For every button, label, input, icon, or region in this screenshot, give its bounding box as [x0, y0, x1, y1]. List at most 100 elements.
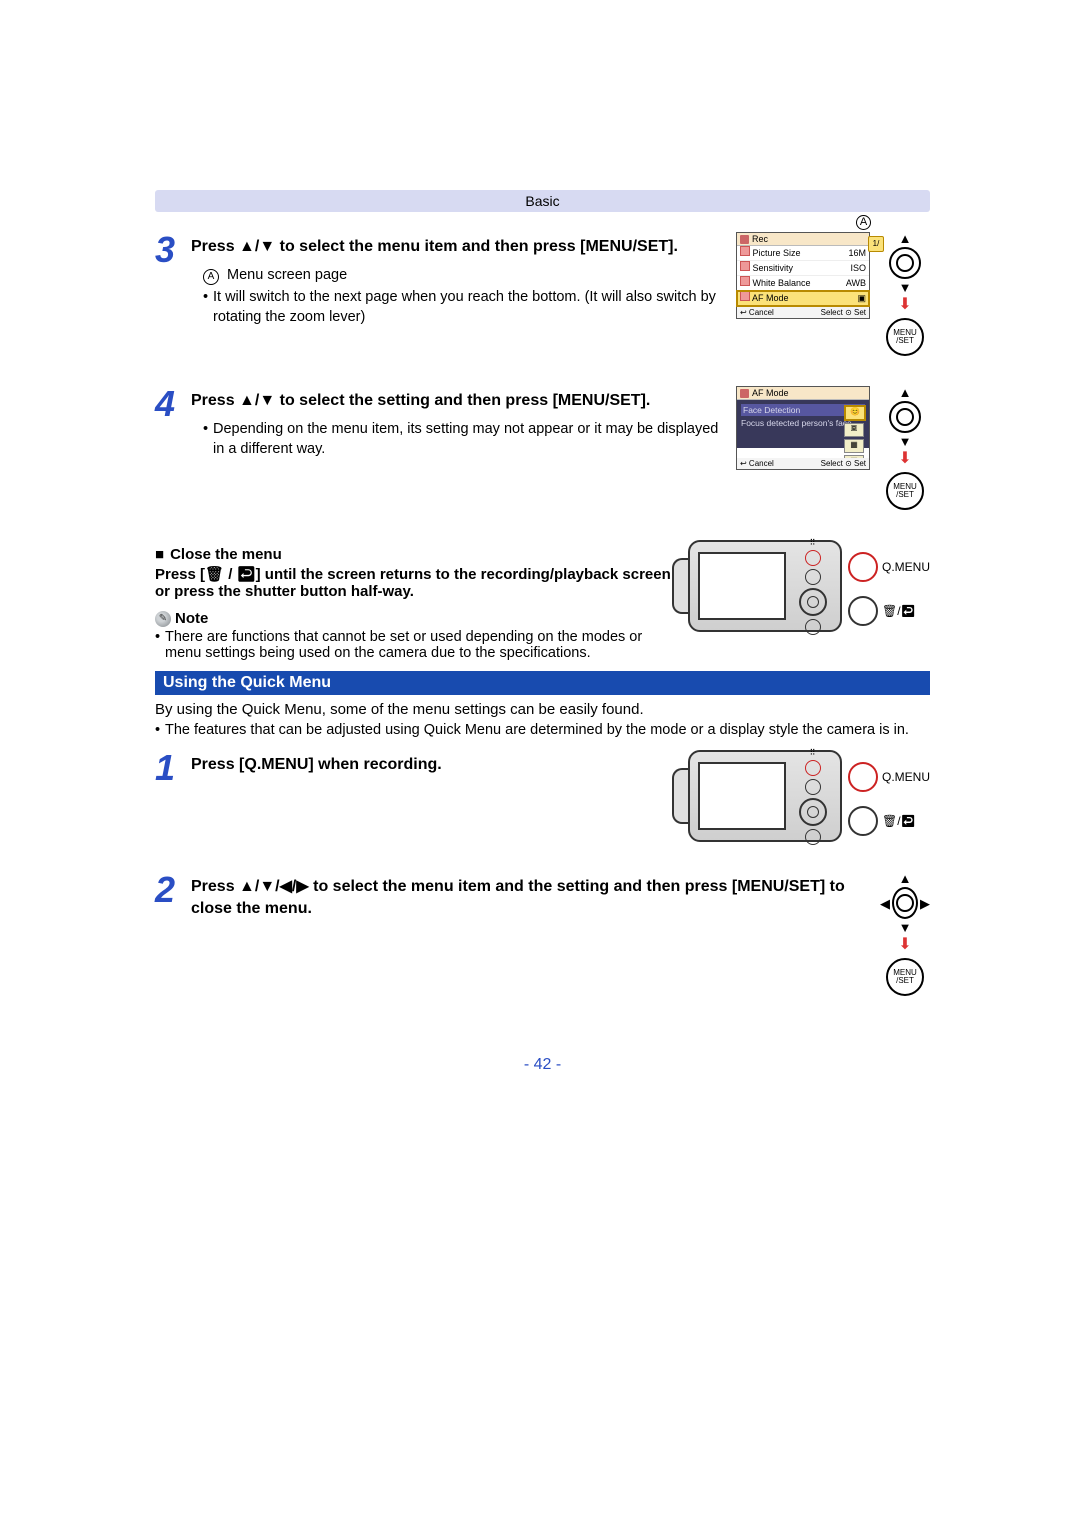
close-menu-figure: ⠿ Q.MENU 🗑/↩ [688, 540, 930, 632]
dpad-up-down: ▲ ▼ ⬇ MENU /SET [880, 232, 930, 356]
menu-row: SensitivityISO [737, 261, 869, 276]
trash-button-icon [805, 619, 821, 635]
dpad-ring-icon [889, 247, 921, 279]
step-number: 3 [155, 232, 191, 268]
select-arrow-icon: ⬇ [880, 448, 930, 468]
menu-row-selected: AF Mode▣ [737, 291, 869, 306]
menu-titlebar: Rec [737, 233, 869, 246]
step4-figures: AF Mode Face Detection Focus detected pe… [736, 386, 930, 510]
note-heading: ✎ Note [155, 610, 680, 627]
step-number: 1 [155, 750, 191, 786]
section-header: Basic [155, 190, 930, 212]
rec-menu-screenshot: A 1/ Rec Picture Size16M SensitivityISO … [736, 232, 870, 319]
step-body: Press ▲/▼ to select the menu item and th… [191, 232, 730, 327]
dpad-icon [799, 588, 827, 616]
menu-row: Picture Size16M [737, 246, 869, 261]
dpad-ring-icon [889, 401, 921, 433]
small-button-icon [805, 569, 821, 585]
step-title: Press ▲/▼ to select the menu item and th… [191, 236, 730, 258]
af-option: 🞖 [844, 423, 864, 437]
trash-back-label: 🗑/↩ [848, 596, 930, 626]
arrow-left-icon: ◀ [880, 897, 890, 910]
step-sub: Depending on the menu item, its setting … [203, 420, 730, 459]
af-mode-screenshot: AF Mode Face Detection Focus detected pe… [736, 386, 870, 470]
af-icon [740, 389, 749, 398]
close-menu-heading: Close the menu [155, 546, 680, 563]
note-text: There are functions that cannot be set o… [155, 629, 680, 661]
arrow-down-icon: ▼ [880, 281, 930, 294]
menu-set-button-icon: MENU /SET [886, 472, 924, 510]
menu-footer: ↩ Cancel Select ⊙ Set [737, 458, 869, 469]
step-body: Press [Q.MENU] when recording. [191, 750, 688, 776]
qmenu-button-icon [805, 550, 821, 566]
arrow-down-icon: ▼ [880, 435, 930, 448]
trash-circle-icon [848, 806, 878, 836]
trash-button-icon [805, 829, 821, 845]
trash-back-icon: 🗑 / ↩ [205, 566, 256, 583]
button-labels: Q.MENU 🗑/↩ [848, 762, 930, 836]
camera-grip-icon [672, 558, 688, 614]
callout-a-icon: A [856, 215, 871, 230]
quick-menu-bar: Using the Quick Menu [155, 671, 930, 695]
camera-controls: ⠿ [786, 744, 840, 849]
arrow-up-icon: ▲ [880, 386, 930, 399]
camera-back-illustration: ⠿ [688, 540, 842, 632]
qm-step1-figure: ⠿ Q.MENU 🗑/↩ [688, 750, 930, 842]
page-number: - 42 - [155, 1056, 930, 1074]
qmenu-label: Q.MENU [848, 552, 930, 582]
arrow-up-icon: ▲ [880, 872, 930, 885]
qm-step-2: 2 Press ▲/▼/◀/▶ to select the menu item … [155, 872, 930, 996]
small-button-icon [805, 779, 821, 795]
qm-step2-figure: ▲ ◀ ▶ ▼ ⬇ MENU /SET [880, 872, 930, 996]
menu-set-button-icon: MENU /SET [886, 958, 924, 996]
menu-screen-page-label: A Menu screen page [203, 266, 730, 286]
page: Basic 3 Press ▲/▼ to select the menu ite… [0, 0, 1080, 1154]
qmenu-circle-icon [848, 762, 878, 792]
menu-row: White BalanceAWB [737, 276, 869, 291]
step-title: Press ▲/▼ to select the setting and then… [191, 390, 730, 412]
dpad-ring-icon [892, 887, 918, 919]
page-tab: 1/ [868, 236, 884, 252]
step-number: 2 [155, 872, 191, 908]
qmenu-label: Q.MENU [848, 762, 930, 792]
arrow-down-icon: ▼ [880, 921, 930, 934]
step-number: 4 [155, 386, 191, 422]
af-option: ▦ [844, 439, 864, 453]
qm-step-1: 1 Press [Q.MENU] when recording. ⠿ [155, 750, 930, 842]
close-menu-instruction: Press [🗑 / ↩] until the screen returns t… [155, 565, 680, 600]
step-3: 3 Press ▲/▼ to select the menu item and … [155, 232, 930, 356]
trash-back-label: 🗑/↩ [848, 806, 930, 836]
step-bullet: It will switch to the next page when you… [203, 288, 730, 327]
quick-menu-bullet: The features that can be adjusted using … [155, 722, 930, 738]
dpad-four-way: ▲ ◀ ▶ ▼ ⬇ MENU /SET [880, 872, 930, 996]
camera-screen-icon [698, 552, 786, 620]
select-arrow-icon: ⬇ [880, 934, 930, 954]
speaker-icon: ⠿ [810, 748, 817, 757]
step-4: 4 Press ▲/▼ to select the setting and th… [155, 386, 930, 510]
callout-marker-a: A [203, 269, 219, 285]
step-body: Press ▲/▼ to select the setting and then… [191, 386, 730, 460]
camera-screen-icon [698, 762, 786, 830]
step-title: Press [Q.MENU] when recording. [191, 754, 688, 776]
camera-grip-icon [672, 768, 688, 824]
dpad-icon [799, 798, 827, 826]
dpad-up-down: ▲ ▼ ⬇ MENU /SET [880, 386, 930, 510]
menu-footer: ↩ Cancel Select ⊙ Set [737, 307, 869, 318]
qmenu-button-icon [805, 760, 821, 776]
camera-back-illustration: ⠿ [688, 750, 842, 842]
trash-circle-icon [848, 596, 878, 626]
note-icon: ✎ [155, 611, 171, 627]
step-bullet: Depending on the menu item, its setting … [203, 420, 730, 459]
step-body: Press ▲/▼/◀/▶ to select the menu item an… [191, 872, 874, 921]
quick-menu-intro: By using the Quick Menu, some of the men… [155, 701, 930, 718]
qmenu-circle-icon [848, 552, 878, 582]
rec-icon [740, 235, 749, 244]
button-labels: Q.MENU 🗑/↩ [848, 552, 930, 626]
select-arrow-icon: ⬇ [880, 294, 930, 314]
step-sub: A Menu screen page It will switch to the… [203, 266, 730, 327]
speaker-icon: ⠿ [810, 538, 817, 547]
step-title: Press ▲/▼/◀/▶ to select the menu item an… [191, 876, 874, 921]
step3-figures: A 1/ Rec Picture Size16M SensitivityISO … [736, 232, 930, 356]
arrow-right-icon: ▶ [920, 897, 930, 910]
close-menu-block: Close the menu Press [🗑 / ↩] until the s… [155, 540, 930, 661]
